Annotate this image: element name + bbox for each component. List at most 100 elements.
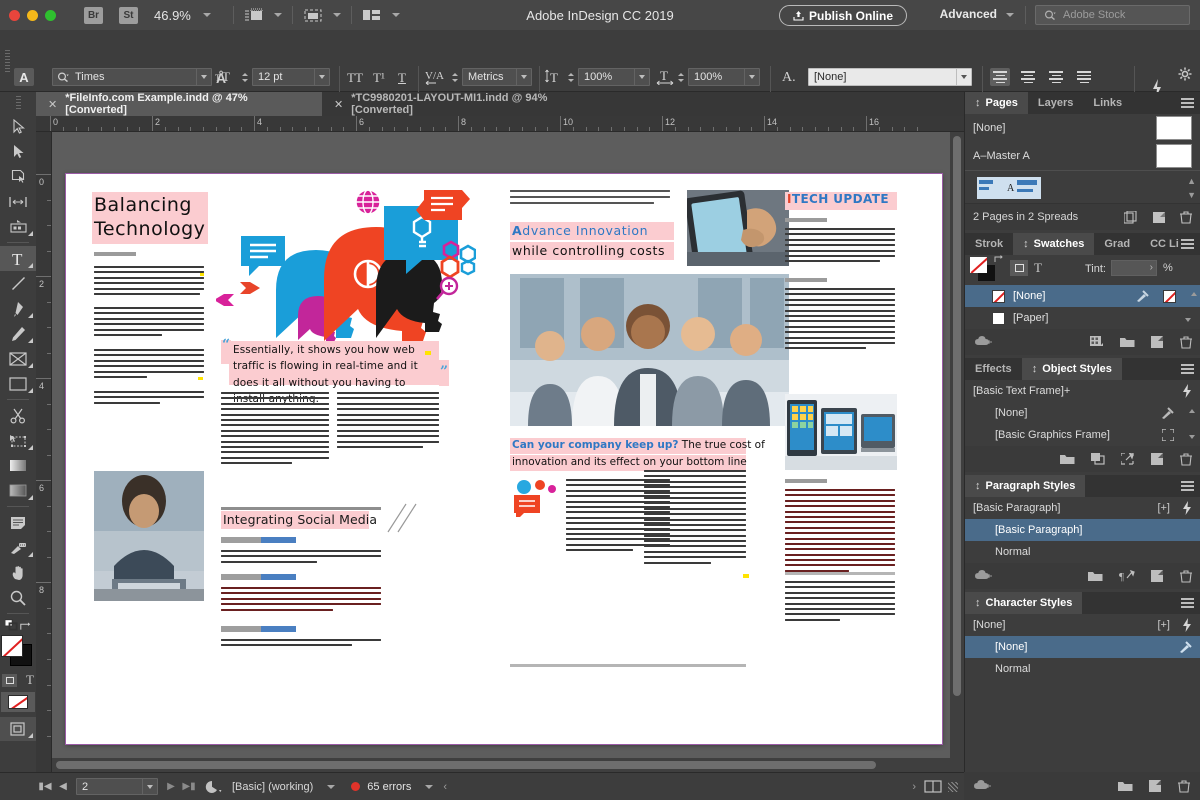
master-page-row-a[interactable]: A–Master A [965,142,1200,170]
window-controls[interactable] [0,10,56,21]
character-style-row-normal[interactable]: Normal [965,658,1200,680]
clear-overrides-icon[interactable] [1121,453,1135,465]
master-page-thumbnail[interactable] [1156,144,1192,168]
character-style-current[interactable]: [None] [+] [965,614,1200,636]
delete-style-icon[interactable] [1180,570,1192,583]
arrange-documents-group[interactable] [362,8,400,22]
stock-icon[interactable]: St [119,7,138,24]
drag-grip[interactable] [5,50,10,72]
object-style-current[interactable]: [Basic Text Frame]+ [965,380,1200,402]
swatches-fill-stroke[interactable] [970,257,996,281]
zoom-level-select[interactable]: 46.9% [154,8,211,23]
new-color-group-icon[interactable] [1090,336,1104,348]
tab-gradient[interactable]: Grad [1094,233,1140,255]
note-tool[interactable] [0,510,36,535]
delete-swatch-icon[interactable] [1180,336,1192,349]
apply-none-icon[interactable] [1,692,35,712]
middle-body-2[interactable] [644,470,746,567]
workspace-switcher[interactable]: Advanced [940,7,997,21]
new-style-icon[interactable] [1151,570,1164,582]
new-swatch-group-icon[interactable] [1120,336,1135,348]
chevron-down-icon[interactable] [634,68,649,86]
chevron-down-icon[interactable] [1006,13,1014,17]
master-page-thumbnail[interactable] [1156,116,1192,140]
vertical-scale-input[interactable]: 100% [578,68,650,86]
chevron-down-icon[interactable] [327,785,335,789]
tablet-photo[interactable] [687,190,789,266]
quick-apply-icon[interactable] [1182,618,1192,632]
formatting-affects-container-icon[interactable] [1010,260,1028,276]
document-page[interactable]: Balancing Technology [66,174,942,744]
pages-scroll-arrows[interactable]: ▲▼ [1187,176,1196,200]
social-body-1[interactable] [221,550,381,566]
right-body-3[interactable] [785,489,895,575]
status-scroll-left-icon[interactable]: ‹ [443,781,447,793]
default-fill-stroke-icon[interactable] [5,619,19,633]
formatting-affects-container-icon[interactable] [2,674,17,687]
resize-grip[interactable] [948,782,958,792]
mid-left-body-1[interactable] [221,392,329,467]
new-style-plus-icon[interactable]: [+] [1157,502,1170,514]
chevron-down-icon[interactable] [142,778,157,795]
tab-links[interactable]: Links [1083,92,1132,114]
publish-online-button[interactable]: Publish Online [779,5,907,26]
gradient-feather-tool[interactable] [0,478,36,503]
align-left-button[interactable] [990,68,1010,86]
tab-effects[interactable]: Effects [965,358,1022,380]
paragraph-style-row-normal[interactable]: Normal [965,541,1200,563]
pencil-tool[interactable] [0,321,36,346]
next-page-icon[interactable]: ▶ [162,778,180,796]
chevron-down-icon[interactable] [425,785,433,789]
right-body-2[interactable] [785,288,895,353]
fill-stroke-swatches[interactable] [1,635,35,669]
close-icon[interactable]: ✕ [334,98,343,111]
right-body-4[interactable] [785,581,895,624]
eyedropper-icon[interactable] [1179,641,1192,653]
new-style-icon[interactable] [1151,453,1164,465]
direct-selection-tool[interactable] [0,139,36,164]
new-page-icon[interactable] [1152,211,1166,224]
horizontal-scrollbar[interactable] [52,758,950,772]
kerning-stepper[interactable] [450,68,459,86]
align-justify-last-left-button[interactable] [1074,68,1094,86]
object-style-row-none[interactable]: [None] [965,402,1200,424]
swap-fill-stroke-icon[interactable] [19,621,31,632]
preflight-icon[interactable] [204,780,222,794]
first-page-icon[interactable]: ▮◀ [36,778,54,796]
character-formatting-button[interactable]: A [14,68,34,86]
font-size-input[interactable]: 12 pt [252,68,330,86]
character-style-select[interactable]: [None] [808,68,972,86]
tab-pages[interactable]: ↕ Pages [965,92,1028,114]
cc-library-icon[interactable] [975,336,992,348]
new-style-plus-icon[interactable]: [+] [1157,619,1170,631]
type-tool[interactable]: T [0,246,36,271]
tab-character-styles[interactable]: ↕ Character Styles [965,592,1082,614]
selection-tool[interactable] [0,114,36,139]
edit-page-size-icon[interactable] [1124,211,1138,224]
zoom-tool[interactable] [0,585,36,610]
new-swatch-icon[interactable] [1151,336,1164,348]
vertical-ruler[interactable]: 0 2 4 6 8 [36,132,52,772]
minimize-button[interactable] [27,10,38,21]
new-group-icon[interactable] [1060,453,1075,465]
page-tool[interactable] [0,164,36,189]
chevron-down-icon[interactable] [744,68,759,86]
eyedropper-tool[interactable] [0,535,36,560]
paragraph-style-current[interactable]: [Basic Paragraph] [+] [965,497,1200,519]
align-right-button[interactable] [1046,68,1066,86]
horizontal-scale-stepper[interactable] [676,68,685,86]
paragraph-style-row-basic[interactable]: [Basic Paragraph] [965,519,1200,541]
man-laptop-photo[interactable] [94,471,204,601]
close-icon[interactable]: ✕ [48,98,57,111]
left-body-paragraph-3[interactable] [94,349,204,381]
font-family-select[interactable]: Times [52,68,212,86]
swatches-scroll-up-icon[interactable] [1190,290,1198,302]
scroll-up-icon[interactable] [1188,407,1196,419]
social-body-2[interactable] [221,587,381,614]
object-style-row-basic-graphics-frame[interactable]: [Basic Graphics Frame] [965,424,1200,446]
font-size-stepper[interactable] [240,68,249,86]
search-input[interactable]: Adobe Stock [1035,5,1190,25]
document-canvas[interactable]: Balancing Technology [52,132,964,772]
last-page-icon[interactable]: ▶▮ [180,778,198,796]
swap-fill-stroke-icon[interactable] [994,255,1003,263]
